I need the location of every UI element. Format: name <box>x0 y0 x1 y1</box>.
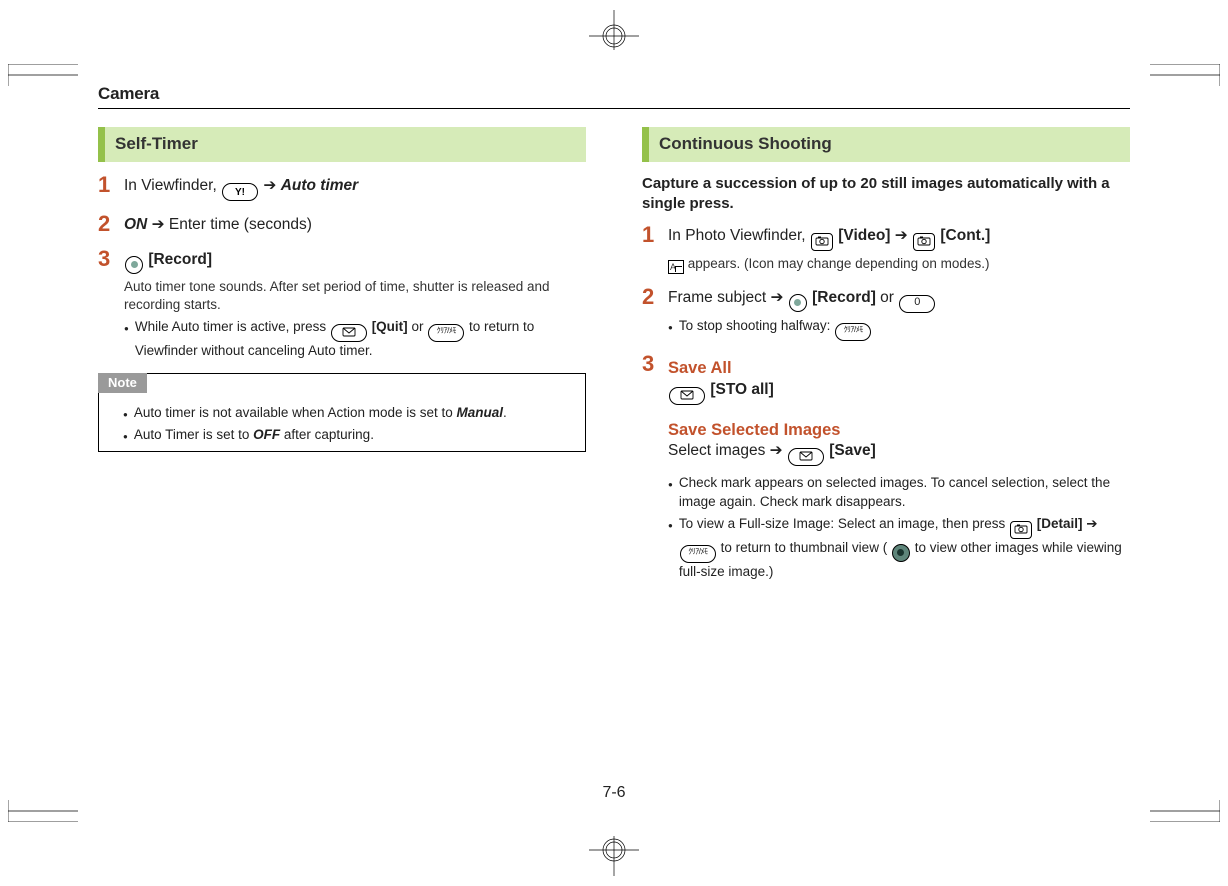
r-step-1-detail: A appears. (Icon may change depending on… <box>668 255 1130 274</box>
step-3-detail: Auto timer tone sounds. After set period… <box>124 278 586 314</box>
clear-key-icon: ｸﾘｱ/ﾒﾓ <box>428 324 464 342</box>
arrow-icon: ➔ <box>152 216 169 233</box>
step-3-bullet: While Auto timer is active, press [Quit]… <box>124 318 586 361</box>
save-all-heading: Save All <box>668 357 1130 379</box>
nav-key-icon <box>892 544 910 562</box>
center-key-icon <box>789 294 807 312</box>
y-key-icon: Y! <box>222 183 258 201</box>
step-3-action: [Record] <box>148 251 212 268</box>
mail-key-icon <box>331 324 367 342</box>
step-1-body: In Viewfinder, Y! ➔ Auto timer <box>124 174 586 201</box>
step-3-body: [Record] Auto timer tone sounds. After s… <box>124 248 586 361</box>
camera-key-icon <box>913 233 935 251</box>
mail-key-icon <box>788 448 824 466</box>
note-bullet-1: Auto timer is not available when Action … <box>123 404 573 423</box>
crop-mark-tl <box>8 64 78 86</box>
zero-key-icon: 0 <box>899 295 935 313</box>
step-number: 2 <box>642 286 668 341</box>
mail-key-icon <box>669 387 705 405</box>
arrow-icon: ➔ <box>263 177 280 194</box>
step-number: 3 <box>642 353 668 581</box>
clear-key-icon: ｸﾘｱ/ﾒﾓ <box>835 323 871 341</box>
r-step-2-body: Frame subject ➔ [Record] or 0 To stop sh… <box>668 286 1130 341</box>
camera-key-icon <box>1010 521 1032 539</box>
step-2-body: ON ➔ Enter time (seconds) <box>124 213 586 236</box>
section-heading-continuous: Continuous Shooting <box>642 127 1130 162</box>
step-number: 1 <box>98 174 124 201</box>
continuous-intro: Capture a succession of up to 20 still i… <box>642 174 1130 215</box>
page-content: Camera Self-Timer 1 In Viewfinder, Y! ➔ … <box>98 84 1130 802</box>
camera-key-icon <box>811 233 833 251</box>
mode-indicator-icon: A <box>668 260 684 274</box>
r-step-3-bullet-2: To view a Full-size Image: Select an ima… <box>668 515 1130 582</box>
save-selected-heading: Save Selected Images <box>668 419 1130 441</box>
registration-mark-bottom <box>569 836 659 876</box>
right-column: Continuous Shooting Capture a succession… <box>642 127 1130 594</box>
left-column: Self-Timer 1 In Viewfinder, Y! ➔ Auto ti… <box>98 127 586 594</box>
step-number: 2 <box>98 213 124 236</box>
r-step-1-body: In Photo Viewfinder, [Video] ➔ [Cont.] A… <box>668 224 1130 274</box>
note-box: Note Auto timer is not available when Ac… <box>98 373 586 451</box>
step-1-menu: Auto timer <box>281 177 359 194</box>
center-key-icon <box>125 256 143 274</box>
page-number: 7-6 <box>98 784 1130 802</box>
step-2-on: ON <box>124 216 147 233</box>
step-2-rest: Enter time (seconds) <box>169 216 312 233</box>
note-label: Note <box>98 373 147 393</box>
r-step-2-bullet: To stop shooting halfway: ｸﾘｱ/ﾒﾓ <box>668 317 1130 341</box>
step-number: 1 <box>642 224 668 274</box>
crop-mark-br <box>1150 800 1220 822</box>
registration-mark-top <box>569 10 659 50</box>
clear-key-icon: ｸﾘｱ/ﾒﾓ <box>680 545 716 563</box>
svg-text:Y!: Y! <box>235 187 245 196</box>
step-1-prefix: In Viewfinder, <box>124 177 221 194</box>
section-heading-self-timer: Self-Timer <box>98 127 586 162</box>
note-bullet-2: Auto Timer is set to OFF after capturing… <box>123 426 573 445</box>
chapter-rule <box>98 108 1130 109</box>
crop-mark-tr <box>1150 64 1220 86</box>
r-step-3-body: Save All [STO all] Save Selected Images … <box>668 353 1130 581</box>
arrow-icon: ➔ <box>895 227 912 244</box>
crop-mark-bl <box>8 800 78 822</box>
step-number: 3 <box>98 248 124 361</box>
chapter-title: Camera <box>98 84 1130 108</box>
r-step-3-bullet-1: Check mark appears on selected images. T… <box>668 474 1130 512</box>
